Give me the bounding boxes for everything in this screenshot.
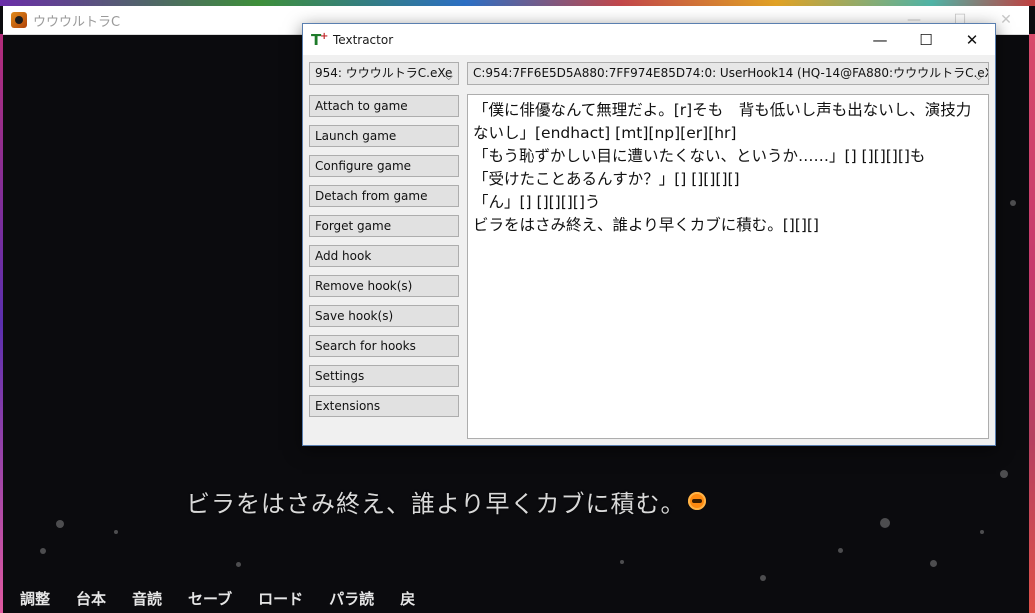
textractor-titlebar[interactable]: T + Textractor — ☐ ✕: [303, 24, 995, 55]
search-for-hooks-button[interactable]: Search for hooks: [309, 335, 459, 357]
extensions-button[interactable]: Extensions: [309, 395, 459, 417]
background-star: [1010, 200, 1016, 206]
menu-save[interactable]: セーブ: [188, 588, 232, 608]
hook-select-value: C:954:7FF6E5D5A880:7FF974E85D74:0: UserH…: [473, 66, 989, 80]
desktop-background-right: [1029, 34, 1035, 613]
textractor-maximize-button[interactable]: ☐: [903, 24, 949, 55]
save-hooks-button[interactable]: Save hook(s): [309, 305, 459, 327]
menu-skim[interactable]: パラ読: [329, 588, 374, 608]
textractor-window: T + Textractor — ☐ ✕ 954: ウウウルトラC.eXe ⌵ C…: [302, 23, 996, 446]
background-star: [980, 530, 984, 534]
text-line: 「僕に俳優なんて無理だよ。[r]そも 背も低いし声も出ないし、演技力ないし」[e…: [473, 101, 972, 142]
background-star: [620, 560, 624, 564]
text-line: ビラをはさみ終え、誰より早くカブに積む。[][][]: [473, 216, 819, 234]
detach-from-game-button[interactable]: Detach from game: [309, 185, 459, 207]
background-star: [114, 530, 118, 534]
menu-back[interactable]: 戻: [400, 588, 415, 608]
extracted-text-area[interactable]: 「僕に俳優なんて無理だよ。[r]そも 背も低いし声も出ないし、演技力ないし」[e…: [467, 94, 989, 439]
forget-game-button[interactable]: Forget game: [309, 215, 459, 237]
text-line: 「もう恥ずかしい目に遭いたくない、というか……」[] [][][][]も: [473, 147, 926, 165]
menu-adjust[interactable]: 調整: [20, 588, 50, 608]
remove-hooks-button[interactable]: Remove hook(s): [309, 275, 459, 297]
process-select[interactable]: 954: ウウウルトラC.eXe ⌵: [309, 62, 459, 85]
configure-game-button[interactable]: Configure game: [309, 155, 459, 177]
textractor-app-icon: T +: [311, 30, 329, 49]
process-select-value: 954: ウウウルトラC.eXe: [315, 66, 453, 80]
background-star: [236, 562, 241, 567]
hook-select[interactable]: C:954:7FF6E5D5A880:7FF974E85D74:0: UserH…: [467, 62, 989, 85]
textractor-title: Textractor: [333, 32, 394, 47]
game-bottom-menu: 調整 台本 音読 セーブ ロード パラ読 戻: [20, 588, 441, 608]
desktop-background-left: [0, 34, 3, 613]
menu-voice[interactable]: 音読: [132, 588, 162, 608]
background-star: [1000, 470, 1008, 478]
game-window-title: ウウウルトラC: [33, 14, 121, 30]
desktop: ウウウルトラC — ☐ ✕ ビラをはさみ終え、誰より早くカブに積む。 調整 台本…: [0, 0, 1035, 613]
text-line: 「ん」[] [][][][]う: [473, 193, 601, 211]
background-star: [838, 548, 843, 553]
background-star: [930, 560, 937, 567]
text-advance-icon[interactable]: [688, 492, 706, 510]
background-star: [56, 520, 64, 528]
add-hook-button[interactable]: Add hook: [309, 245, 459, 267]
menu-script[interactable]: 台本: [76, 588, 106, 608]
launch-game-button[interactable]: Launch game: [309, 125, 459, 147]
textractor-minimize-button[interactable]: —: [857, 24, 903, 55]
background-star: [760, 575, 766, 581]
text-line: 「受けたことあるんすか？」[] [][][][]: [473, 170, 740, 188]
menu-load[interactable]: ロード: [258, 588, 303, 608]
game-app-icon: [11, 12, 27, 28]
background-star: [880, 518, 890, 528]
background-star: [40, 548, 46, 554]
textractor-button-panel: Attach to game Launch game Configure gam…: [309, 95, 459, 425]
chevron-down-icon: ⌵: [444, 70, 453, 83]
textractor-caption-buttons: — ☐ ✕: [857, 24, 995, 55]
game-dialogue-text: ビラをはさみ終え、誰より早くカブに積む。: [186, 490, 686, 518]
chevron-down-icon: ⌵: [974, 70, 983, 83]
textractor-close-button[interactable]: ✕: [949, 24, 995, 55]
settings-button[interactable]: Settings: [309, 365, 459, 387]
attach-to-game-button[interactable]: Attach to game: [309, 95, 459, 117]
